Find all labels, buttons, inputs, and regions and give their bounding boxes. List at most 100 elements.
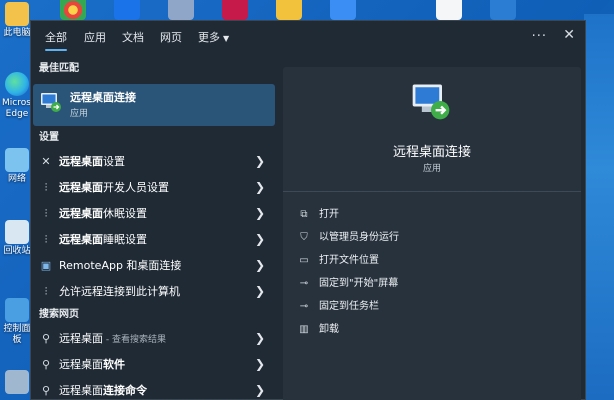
search-icon: ⚲ [41, 332, 51, 345]
more-options-button[interactable]: ··· [532, 29, 547, 44]
computer-icon [5, 2, 29, 26]
action-pin-to-start[interactable]: ⊸ 固定到"开始"屏幕 [297, 274, 567, 294]
control-panel-icon [5, 298, 29, 322]
desktop-icon-recycle-bin[interactable]: 回收站 [2, 220, 32, 257]
desktop-icon-network[interactable]: 网络 [2, 148, 32, 185]
wps-icon[interactable] [490, 0, 516, 20]
web-item-remote-desktop-software[interactable]: ⚲ 远程桌面软件 ❯ [33, 353, 275, 377]
best-match-subtitle: 应用 [70, 109, 89, 119]
tab-documents[interactable]: 文档 [122, 31, 144, 45]
lanzou-icon[interactable] [330, 0, 356, 20]
detail-title: 远程桌面连接 [392, 145, 471, 160]
desktop-icon-label: 控制面板 [3, 324, 31, 345]
settings-item-allow-remote[interactable]: ⫶ 允许远程连接到此计算机 ❯ [33, 280, 275, 304]
search-icon: ⚲ [41, 358, 51, 371]
tab-apps[interactable]: 应用 [84, 31, 106, 45]
settings-item-rest: 休眠设置 [103, 207, 147, 220]
raspberry-pi-icon[interactable] [222, 0, 248, 20]
action-label: 固定到任务栏 [319, 301, 379, 312]
chevron-right-icon: ❯ [254, 180, 265, 194]
close-button[interactable]: ✕ [563, 27, 575, 43]
detail-pane: 远程桌面连接 应用 ⧉ 打开 ⛉ 以管理员身份运行 ▭ 打开文件位置 ⊸ 固定到… [283, 67, 581, 400]
settings-item-developer-settings[interactable]: ⫶ 远程桌面开发人员设置 ❯ [33, 176, 275, 200]
web-item-remote-desktop[interactable]: ⚲ 远程桌面 - 查看搜索结果 ❯ [33, 327, 275, 351]
desktop-icon-label: 网络 [7, 174, 26, 184]
sliders-icon: ⫶ [44, 285, 48, 298]
settings-item-bold: 远程桌面 [59, 181, 103, 194]
virtualbox-icon[interactable] [168, 0, 194, 20]
desktop-icon-settings[interactable] [2, 370, 32, 396]
action-label: 以管理员身份运行 [319, 232, 399, 243]
desktop-icon-control-panel[interactable]: 控制面板 [2, 298, 32, 346]
settings-item-label: 远程桌面睡眠设置 [59, 233, 147, 247]
best-match-title: 远程桌面连接 [70, 91, 136, 104]
settings-item-remoteapp[interactable]: ▣ RemoteApp 和桌面连接 ❯ [33, 254, 275, 278]
tab-web[interactable]: 网页 [160, 31, 182, 45]
settings-item-sleep-settings[interactable]: ⫶ 远程桌面睡眠设置 ❯ [33, 228, 275, 252]
settings-item-rest: 睡眠设置 [103, 233, 147, 246]
mail-icon[interactable] [114, 0, 140, 20]
action-label: 打开 [319, 209, 339, 220]
chevron-right-icon: ❯ [254, 357, 265, 371]
search-tabs: 全部 应用 文档 网页 更多 ▼ ··· ✕ [31, 21, 587, 55]
desktop-top-apps [34, 0, 614, 20]
action-label: 固定到"开始"屏幕 [319, 278, 399, 289]
network-icon [5, 148, 29, 172]
web-item-remote-desktop-command[interactable]: ⚲ 远程桌面连接命令 ❯ [33, 379, 275, 400]
web-item-prefix: 远程桌面 [59, 358, 103, 371]
tab-web-label: 网页 [160, 31, 182, 44]
pin-icon: ⊸ [299, 301, 309, 312]
action-open-file-location[interactable]: ▭ 打开文件位置 [297, 251, 567, 271]
action-label: 卸载 [319, 324, 339, 335]
caret-down-icon: ▼ [223, 34, 230, 43]
settings-item-bold: 远程桌面 [59, 207, 103, 220]
web-item-rest: 远程桌面 [59, 332, 103, 345]
results-list: 最佳匹配 远程桌面连接 应用 设置 ✕ 远程桌面设置 ❯ ⫶ 远程桌面开发人员设… [31, 59, 277, 400]
action-pin-to-taskbar[interactable]: ⊸ 固定到任务栏 [297, 297, 567, 317]
web-item-bold: 软件 [103, 358, 125, 371]
sliders-icon: ⫶ [44, 207, 48, 220]
divider [283, 191, 581, 192]
settings-item-label: 远程桌面设置 [59, 155, 125, 169]
web-item-label: 远程桌面 - 查看搜索结果 [59, 332, 166, 347]
settings-item-rest: 设置 [103, 155, 125, 168]
settings-item-bold: 远程桌面 [59, 155, 103, 168]
settings-item-hibernate-settings[interactable]: ⫶ 远程桌面休眠设置 ❯ [33, 202, 275, 226]
shield-icon: ⛉ [300, 232, 308, 243]
action-run-as-admin[interactable]: ⛉ 以管理员身份运行 [297, 228, 567, 248]
archive-icon[interactable] [276, 0, 302, 20]
web-item-prefix: 远程桌面 [59, 384, 103, 397]
desktop-icon-computer[interactable]: 此电脑 [2, 2, 32, 39]
settings-item-rest: RemoteApp 和桌面连接 [59, 259, 182, 272]
tab-more[interactable]: 更多 ▼ [198, 31, 229, 46]
chrome-icon[interactable] [60, 0, 86, 20]
web-item-label: 远程桌面连接命令 [59, 384, 147, 398]
pin-icon: ⊸ [299, 278, 309, 289]
folder-icon: ▭ [299, 255, 309, 266]
settings-item-label: 远程桌面休眠设置 [59, 207, 147, 221]
remote-desktop-icon [412, 84, 450, 120]
chevron-right-icon: ❯ [254, 232, 265, 246]
best-match-item[interactable]: 远程桌面连接 应用 [33, 84, 275, 126]
action-open[interactable]: ⧉ 打开 [297, 205, 567, 225]
settings-item-rest: 开发人员设置 [103, 181, 169, 194]
chevron-right-icon: ❯ [254, 383, 265, 397]
action-uninstall[interactable]: ▥ 卸载 [297, 320, 567, 340]
document-icon[interactable] [436, 0, 462, 20]
desktop-icon-edge[interactable]: Microsoft Edge [2, 72, 43, 120]
settings-item-remote-desktop-settings[interactable]: ✕ 远程桌面设置 ❯ [33, 150, 275, 174]
tab-all[interactable]: 全部 [45, 31, 67, 51]
action-label: 打开文件位置 [319, 255, 379, 266]
section-title-best-match: 最佳匹配 [39, 63, 79, 74]
edge-icon [5, 72, 29, 96]
desktop-icons: 此电脑 Microsoft Edge 网络 回收站 控制面板 [0, 0, 43, 400]
remote-desktop-icon [41, 93, 61, 112]
web-item-label: 远程桌面软件 [59, 358, 125, 372]
settings-item-label: 允许远程连接到此计算机 [59, 285, 180, 299]
trash-icon: ▥ [299, 324, 309, 335]
pen-tools-icon: ✕ [41, 155, 51, 168]
web-item-bold: 连接命令 [103, 384, 147, 397]
detail-subtitle: 应用 [422, 164, 441, 174]
chevron-right-icon: ❯ [254, 284, 265, 298]
search-icon: ⚲ [41, 384, 51, 397]
